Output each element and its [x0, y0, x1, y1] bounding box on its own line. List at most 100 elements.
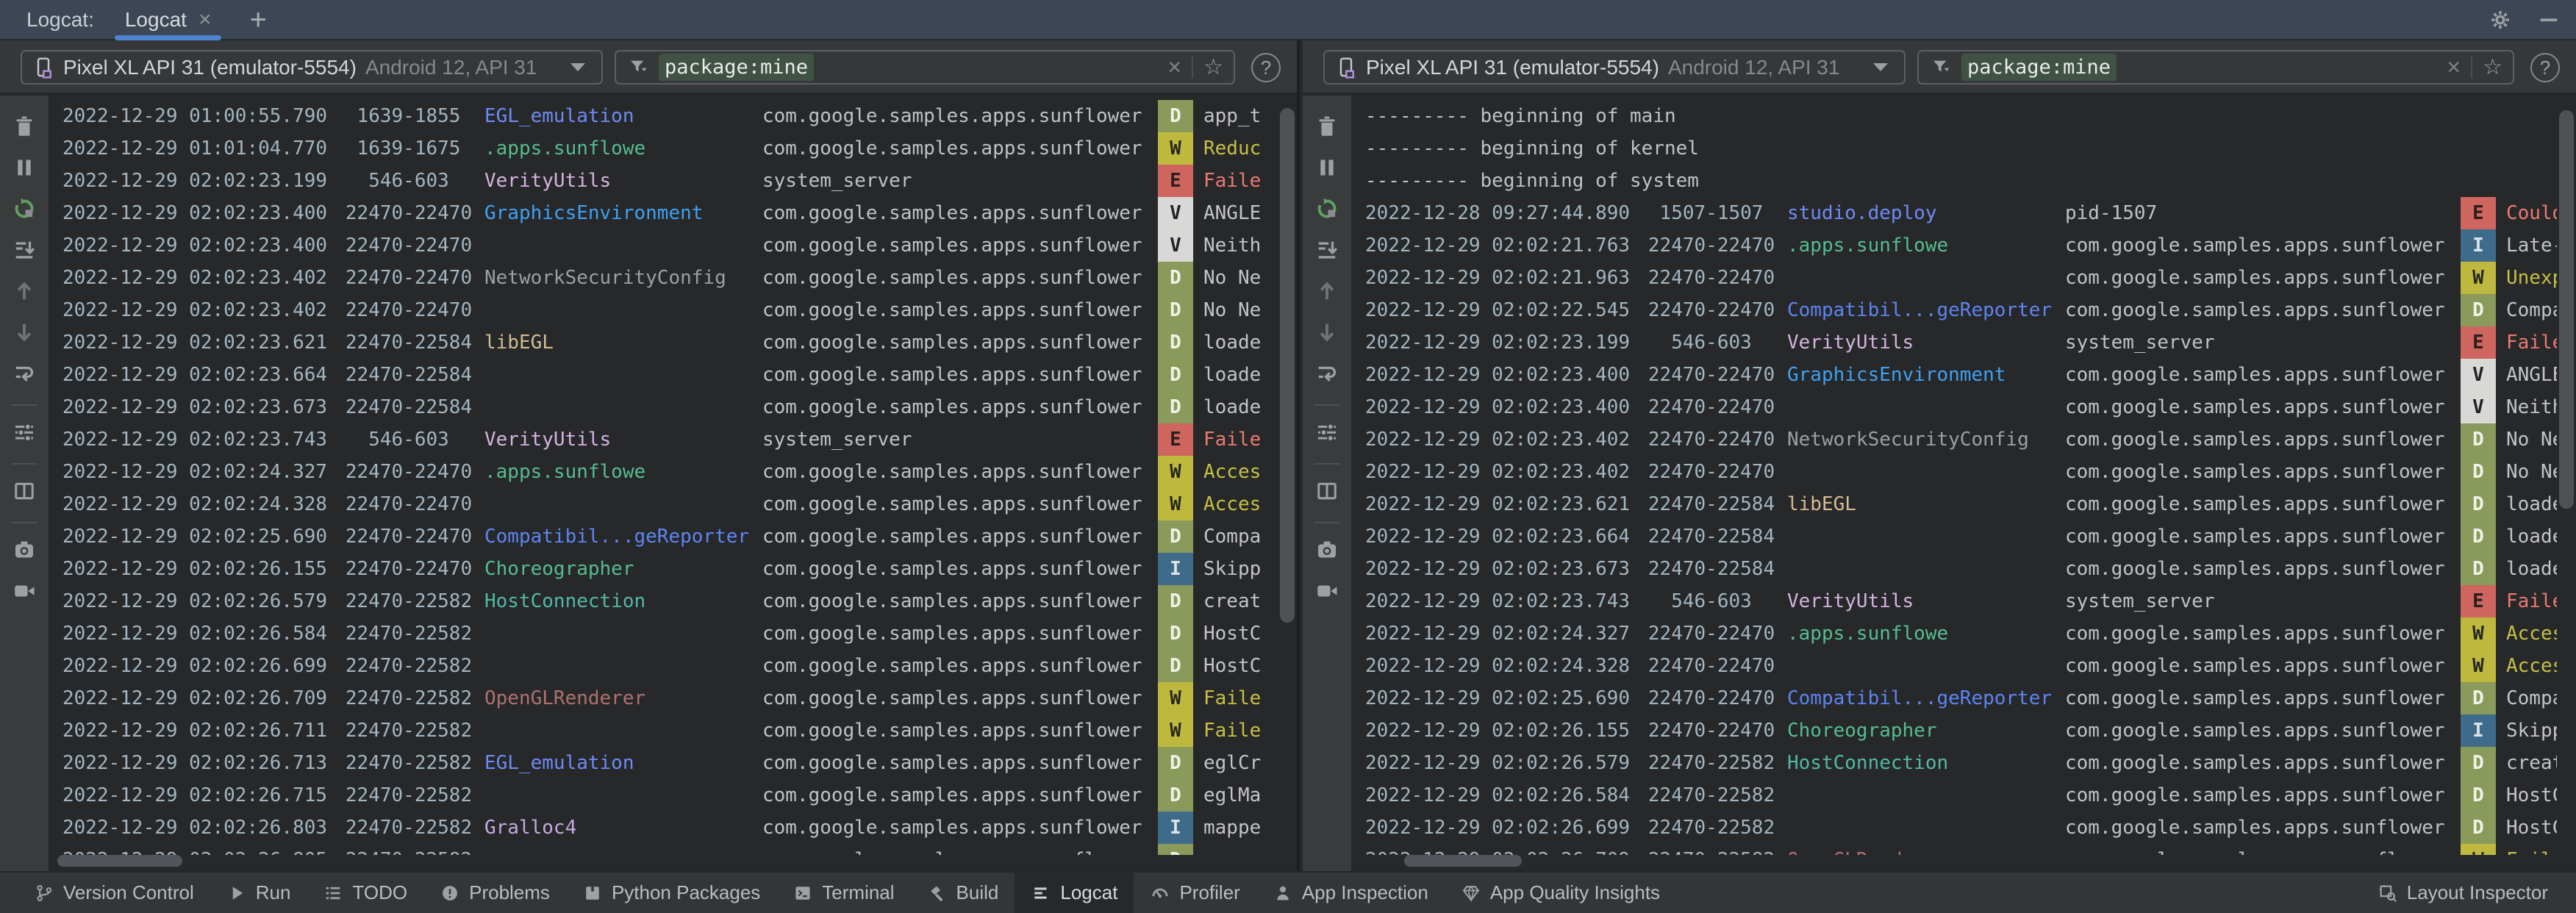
log-row[interactable]: 2022-12-29 02:02:23.402 22470-22470 Networ… [1365, 423, 2557, 456]
tab-close-icon[interactable]: × [198, 7, 212, 32]
logcat-settings-icon[interactable] [7, 415, 42, 450]
log-row[interactable]: 2022-12-29 02:02:23.199 546-603 VerityUtil… [62, 165, 1278, 197]
logcat-settings-icon[interactable] [1309, 415, 1345, 450]
statusbar-python-packages[interactable]: Python Packages [566, 873, 776, 913]
statusbar-problems[interactable]: Problems [423, 873, 566, 913]
soft-wrap-icon[interactable] [7, 356, 42, 391]
log-row[interactable]: --------- beginning of kernel [1365, 132, 2557, 165]
log-row[interactable]: 2022-12-29 02:02:26.699 22470-22582 com.go… [1365, 812, 2557, 844]
filter-input[interactable]: package:mine × ☆ [615, 50, 1235, 85]
log-row[interactable]: 2022-12-29 02:02:23.664 22470-22584 com.go… [1365, 520, 2557, 553]
help-icon[interactable]: ? [1251, 53, 1281, 82]
log-row[interactable]: 2022-12-29 02:02:23.400 22470-22470 com.go… [1365, 391, 2557, 423]
log-row[interactable]: 2022-12-29 02:02:26.699 22470-22582 com.go… [62, 650, 1278, 682]
filter-funnel-icon[interactable] [626, 56, 650, 79]
log-row[interactable]: 2022-12-29 01:00:55.790 1639-1855 EGL_emul… [62, 100, 1278, 132]
previous-occurrence-icon[interactable] [1309, 273, 1345, 309]
horizontal-scrollbar[interactable] [57, 855, 182, 867]
log-row[interactable]: 2022-12-29 02:02:26.155 22470-22470 Choreo… [1365, 715, 2557, 747]
log-row[interactable]: 2022-12-29 02:02:22.545 22470-22470 Compat… [1365, 294, 2557, 326]
vertical-scrollbar[interactable] [2559, 110, 2574, 509]
favorite-filter-icon[interactable]: ☆ [2483, 54, 2502, 80]
split-panels-icon[interactable] [1309, 473, 1345, 509]
statusbar-run[interactable]: Run [210, 873, 307, 913]
log-row[interactable]: 2022-12-29 02:02:23.743 546-603 VerityUtil… [1365, 585, 2557, 617]
statusbar-app-quality-insights[interactable]: App Quality Insights [1445, 873, 1676, 913]
filter-funnel-icon[interactable] [1929, 56, 1953, 79]
screen-record-icon[interactable] [1309, 573, 1345, 609]
log-row[interactable]: 2022-12-29 02:02:23.402 22470-22470 com.go… [1365, 456, 2557, 488]
next-occurrence-icon[interactable] [7, 315, 42, 350]
log-row[interactable]: 2022-12-29 02:02:23.402 22470-22470 com.go… [62, 294, 1278, 326]
statusbar-layout-inspector[interactable]: Layout Inspector [2361, 873, 2564, 913]
log-row[interactable]: 2022-12-29 01:01:04.770 1639-1675 .apps.su… [62, 132, 1278, 165]
favorite-filter-icon[interactable]: ☆ [1203, 54, 1223, 80]
log-row[interactable]: 2022-12-29 02:02:23.621 22470-22584 libEGL… [1365, 488, 2557, 520]
horizontal-scrollbar[interactable] [1404, 855, 1522, 867]
restart-logcat-icon[interactable] [1309, 191, 1345, 226]
screenshot-icon[interactable] [7, 532, 42, 568]
statusbar-todo[interactable]: TODO [307, 873, 423, 913]
split-panels-icon[interactable] [7, 473, 42, 509]
log-row[interactable]: 2022-12-29 02:02:26.709 22470-22582 OpenGL… [1365, 844, 2557, 855]
scroll-to-end-icon[interactable] [1309, 232, 1345, 268]
log-row[interactable]: 2022-12-29 02:02:23.621 22470-22584 libEGL… [62, 326, 1278, 359]
log-row[interactable]: 2022-12-29 02:02:21.763 22470-22470 .apps.… [1365, 229, 2557, 262]
device-selector[interactable]: Pixel XL API 31 (emulator-5554) Android … [21, 50, 603, 85]
log-row[interactable]: 2022-12-29 02:02:23.402 22470-22470 Networ… [62, 262, 1278, 294]
previous-occurrence-icon[interactable] [7, 273, 42, 309]
vertical-scrollbar[interactable] [1280, 108, 1295, 623]
log-row[interactable]: 2022-12-29 02:02:25.690 22470-22470 Compat… [62, 520, 1278, 553]
log-row[interactable]: 2022-12-29 02:02:26.711 22470-22582 com.go… [62, 715, 1278, 747]
next-occurrence-icon[interactable] [1309, 315, 1345, 350]
statusbar-version-control[interactable]: Version Control [18, 873, 210, 913]
settings-gear-icon[interactable] [2486, 6, 2514, 34]
scroll-to-end-icon[interactable] [7, 232, 42, 268]
log-row[interactable]: 2022-12-29 02:02:26.155 22470-22470 Choreo… [62, 553, 1278, 585]
filter-input[interactable]: package:mine × ☆ [1917, 50, 2514, 85]
log-row[interactable]: 2022-12-29 02:02:24.327 22470-22470 .apps.… [1365, 617, 2557, 650]
log-row[interactable]: 2022-12-29 02:02:26.715 22470-22582 com.go… [62, 779, 1278, 812]
log-row[interactable]: 2022-12-29 02:02:23.400 22470-22470 com.go… [62, 229, 1278, 262]
statusbar-terminal[interactable]: Terminal [776, 873, 910, 913]
log-row[interactable]: 2022-12-29 02:02:24.328 22470-22470 com.go… [1365, 650, 2557, 682]
log-row[interactable]: --------- beginning of main [1365, 100, 2557, 132]
log-row[interactable]: 2022-12-29 02:02:24.328 22470-22470 com.go… [62, 488, 1278, 520]
clear-logcat-icon[interactable] [7, 109, 42, 144]
log-row[interactable]: 2022-12-28 09:27:44.890 1507-1507 studio.d… [1365, 197, 2557, 229]
log-row[interactable]: 2022-12-29 02:02:25.690 22470-22470 Compat… [1365, 682, 2557, 715]
pause-logcat-icon[interactable] [1309, 150, 1345, 185]
log-row[interactable]: 2022-12-29 02:02:23.673 22470-22584 com.go… [62, 391, 1278, 423]
tab-logcat[interactable]: Logcat × [113, 0, 223, 40]
device-selector[interactable]: Pixel XL API 31 (emulator-5554) Android … [1323, 50, 1906, 85]
log-row[interactable]: 2022-12-29 02:02:26.579 22470-22582 HostCo… [1365, 747, 2557, 779]
log-row[interactable]: 2022-12-29 02:02:26.709 22470-22582 OpenGL… [62, 682, 1278, 715]
log-row[interactable]: --------- beginning of system [1365, 165, 2557, 197]
restart-logcat-icon[interactable] [7, 191, 42, 226]
new-tab-button[interactable]: + [249, 5, 266, 35]
statusbar-logcat[interactable]: Logcat [1015, 873, 1134, 913]
pause-logcat-icon[interactable] [7, 150, 42, 185]
hide-toolwindow-icon[interactable] [2535, 6, 2563, 34]
help-icon[interactable]: ? [2530, 53, 2560, 82]
log-row[interactable]: 2022-12-29 02:02:26.584 22470-22582 com.go… [1365, 779, 2557, 812]
statusbar-app-inspection[interactable]: App Inspection [1256, 873, 1445, 913]
log-row[interactable]: 2022-12-29 02:02:26.713 22470-22582 EGL_em… [62, 747, 1278, 779]
log-row[interactable]: 2022-12-29 02:02:26.805 22470-22582 com.go… [62, 844, 1278, 855]
clear-logcat-icon[interactable] [1309, 109, 1345, 144]
log-row[interactable]: 2022-12-29 02:02:26.579 22470-22582 HostCo… [62, 585, 1278, 617]
clear-filter-icon[interactable]: × [2447, 54, 2461, 81]
log-row[interactable]: 2022-12-29 02:02:23.673 22470-22584 com.go… [1365, 553, 2557, 585]
clear-filter-icon[interactable]: × [1167, 54, 1181, 81]
log-row[interactable]: 2022-12-29 02:02:23.400 22470-22470 Graphi… [62, 197, 1278, 229]
log-row[interactable]: 2022-12-29 02:02:24.327 22470-22470 .apps.… [62, 456, 1278, 488]
soft-wrap-icon[interactable] [1309, 356, 1345, 391]
log-row[interactable]: 2022-12-29 02:02:26.803 22470-22582 Grallo… [62, 812, 1278, 844]
statusbar-build[interactable]: Build [911, 873, 1015, 913]
log-row[interactable]: 2022-12-29 02:02:23.400 22470-22470 Graphi… [1365, 359, 2557, 391]
log-row[interactable]: 2022-12-29 02:02:26.584 22470-22582 com.go… [62, 617, 1278, 650]
log-row[interactable]: 2022-12-29 02:02:23.199 546-603 VerityUtil… [1365, 326, 2557, 359]
log-row[interactable]: 2022-12-29 02:02:23.664 22470-22584 com.go… [62, 359, 1278, 391]
log-row[interactable]: 2022-12-29 02:02:21.963 22470-22470 com.go… [1365, 262, 2557, 294]
screenshot-icon[interactable] [1309, 532, 1345, 568]
